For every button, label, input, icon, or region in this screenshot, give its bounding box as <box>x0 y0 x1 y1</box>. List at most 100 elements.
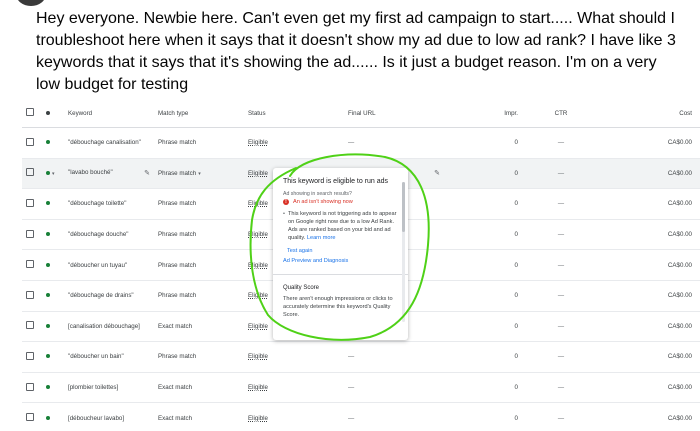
keyword-cell[interactable]: [déboucheur lavabo] <box>64 402 154 431</box>
match-type-text: Phrase match <box>158 353 197 361</box>
keyword-cell[interactable]: "débouchage canalisation" <box>64 127 154 159</box>
row-checkbox[interactable] <box>26 198 34 207</box>
header-cost[interactable]: Cost <box>600 99 700 128</box>
row-checkbox[interactable] <box>26 137 34 146</box>
row-select-cell <box>22 402 42 431</box>
table-row[interactable]: [plombier toilettes] Exact match Eligible —… <box>22 372 700 404</box>
match-type-cell[interactable]: Phrase match <box>154 188 244 220</box>
row-checkbox[interactable] <box>26 260 34 269</box>
status-text[interactable]: Eligible <box>248 384 268 391</box>
error-icon: ! <box>283 199 289 205</box>
cost-cell: CA$0.00 <box>600 158 700 190</box>
row-checkbox[interactable] <box>26 382 34 391</box>
keyword-text: "débouchage de drains" <box>68 292 134 300</box>
header-impr[interactable]: Impr. <box>444 99 522 128</box>
header-keyword[interactable]: Keyword <box>64 99 154 128</box>
keyword-cell[interactable]: "lavabo bouché" ✎ <box>64 158 154 190</box>
table-row[interactable]: "déboucher un bain" Phrase match Eligible —… <box>22 341 700 373</box>
keyword-cell[interactable]: [canalisation débouchage] <box>64 311 154 343</box>
cost-cell: CA$0.00 <box>600 280 700 312</box>
header-match-type[interactable]: Match type <box>154 99 244 128</box>
row-checkbox[interactable] <box>26 413 34 422</box>
ctr-cell: — <box>522 127 600 159</box>
keyword-cell[interactable]: "débouchage de drains" <box>64 280 154 312</box>
row-checkbox[interactable] <box>26 229 34 238</box>
impr-cell: 0 <box>444 402 522 431</box>
cost-cell: CA$0.00 <box>600 249 700 281</box>
table-row[interactable]: [déboucheur lavabo] Exact match Eligible — 0… <box>22 402 700 431</box>
final-url-cell: — <box>344 372 444 404</box>
pencil-icon[interactable]: ✎ <box>434 169 440 177</box>
keyword-cell[interactable]: "débouchage douche" <box>64 219 154 251</box>
final-url-text: — <box>348 139 355 147</box>
final-url-cell: — <box>344 402 444 431</box>
row-status-cell <box>42 341 64 373</box>
status-text[interactable]: Eligible <box>248 231 268 238</box>
status-dot-icon <box>46 323 50 328</box>
status-text[interactable]: Eligible <box>248 353 268 360</box>
popup-question: Ad showing in search results? <box>283 191 352 197</box>
keyword-cell[interactable]: "débouchage toilette" <box>64 188 154 220</box>
row-status-cell <box>42 188 64 220</box>
row-checkbox[interactable] <box>26 168 34 177</box>
ctr-cell: — <box>522 188 600 220</box>
match-type-cell[interactable]: Exact match <box>154 372 244 404</box>
match-type-cell[interactable]: Phrase match <box>154 127 244 159</box>
keyword-text: [déboucheur lavabo] <box>68 414 125 422</box>
keyword-cell[interactable]: "déboucher un bain" <box>64 341 154 373</box>
row-select-cell <box>22 249 42 281</box>
status-text[interactable]: Eligible <box>248 323 268 330</box>
table-row[interactable]: "débouchage canalisation" Phrase match Eli… <box>22 127 700 159</box>
chevron-down-icon[interactable]: ▾ <box>198 171 201 177</box>
final-url-text: — <box>348 414 355 422</box>
keyword-text: [canalisation débouchage] <box>68 322 140 330</box>
keyword-cell[interactable]: "déboucher un tuyau" <box>64 249 154 281</box>
status-cell[interactable]: Eligible <box>244 372 344 404</box>
impr-cell: 0 <box>444 311 522 343</box>
match-type-cell[interactable]: Phrase match <box>154 341 244 373</box>
learn-more-link[interactable]: Learn more <box>307 235 336 241</box>
impr-cell: 0 <box>444 280 522 312</box>
chevron-down-icon[interactable]: ▾ <box>52 171 55 177</box>
popup-status-text: An ad isn't showing now <box>293 199 353 205</box>
row-status-cell <box>42 402 64 431</box>
select-all-checkbox[interactable] <box>26 108 34 116</box>
row-checkbox[interactable] <box>26 351 34 360</box>
status-cell[interactable]: Eligible <box>244 402 344 431</box>
ctr-cell: — <box>522 372 600 404</box>
match-type-cell[interactable]: Phrase match <box>154 280 244 312</box>
status-cell[interactable]: Eligible <box>244 341 344 373</box>
status-text[interactable]: Eligible <box>248 292 268 299</box>
match-type-cell[interactable]: Phrase match <box>154 249 244 281</box>
keyword-cell[interactable]: [plombier toilettes] <box>64 372 154 404</box>
match-type-text: Phrase match <box>158 200 197 208</box>
status-text[interactable]: Eligible <box>248 139 268 146</box>
row-checkbox[interactable] <box>26 321 34 330</box>
row-checkbox[interactable] <box>26 290 34 299</box>
row-select-cell <box>22 341 42 373</box>
status-text[interactable]: Eligible <box>248 262 268 269</box>
test-again-link[interactable]: Test again <box>287 248 400 254</box>
ctr-cell: — <box>522 311 600 343</box>
table-header-row: Keyword Match type Status Final URL Impr… <box>22 99 700 128</box>
match-type-cell[interactable]: Phrase match ▾ <box>154 158 244 190</box>
keyword-text: "déboucher un bain" <box>68 353 124 361</box>
row-status-cell <box>42 372 64 404</box>
status-cell[interactable]: Eligible <box>244 127 344 159</box>
status-text[interactable]: Eligible <box>248 170 268 177</box>
match-type-cell[interactable]: Exact match <box>154 402 244 431</box>
match-type-text: Exact match <box>158 414 193 422</box>
status-text[interactable]: Eligible <box>248 200 268 207</box>
row-select-cell <box>22 127 42 159</box>
header-ctr[interactable]: CTR <box>522 99 600 128</box>
popup-scrollbar[interactable] <box>402 182 405 322</box>
header-status[interactable]: Status <box>244 99 344 128</box>
status-text[interactable]: Eligible <box>248 415 268 422</box>
row-status-cell <box>42 311 64 343</box>
match-type-cell[interactable]: Exact match <box>154 311 244 343</box>
match-type-cell[interactable]: Phrase match <box>154 219 244 251</box>
header-final-url[interactable]: Final URL <box>344 99 444 128</box>
quality-score-text: There aren't enough impressions or click… <box>283 296 393 318</box>
pencil-icon[interactable]: ✎ <box>144 169 150 177</box>
ad-preview-link[interactable]: Ad Preview and Diagnosis <box>283 258 400 264</box>
